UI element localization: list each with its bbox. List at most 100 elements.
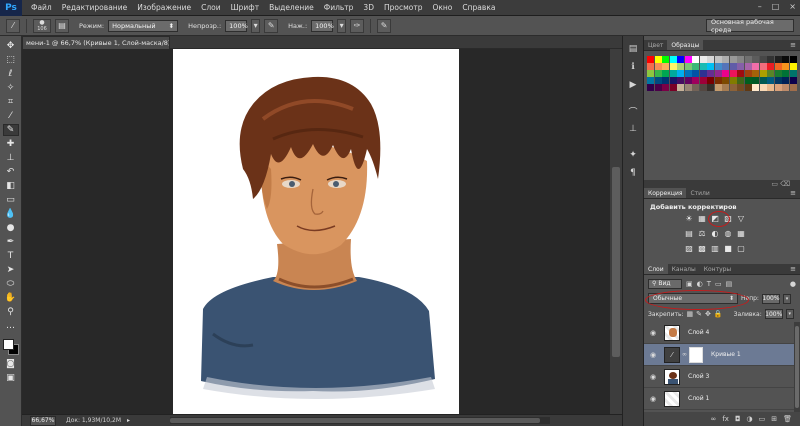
color-swatch[interactable] [714, 77, 722, 84]
blend-mode-select[interactable]: Обычные ⬍ [645, 290, 749, 310]
color-swatch[interactable] [684, 70, 692, 77]
color-swatch[interactable] [714, 70, 722, 77]
lock-position-icon[interactable]: ✥ [705, 310, 711, 318]
brightness-contrast-icon[interactable]: ☀ [684, 213, 694, 223]
color-swatch[interactable] [654, 70, 662, 77]
color-swatch[interactable] [767, 56, 774, 63]
quick-mask-icon[interactable]: ◙ [3, 358, 19, 370]
color-swatch[interactable] [789, 77, 797, 84]
layer-row[interactable]: ◉ Слой 4 [644, 322, 794, 344]
menu-file[interactable]: Файл [26, 3, 57, 12]
filter-pixel-icon[interactable]: ▣ [686, 280, 693, 288]
layer-row[interactable]: ◉ Слой 1 [644, 388, 794, 410]
color-swatch[interactable] [699, 70, 707, 77]
quick-select-tool-icon[interactable]: ✧ [3, 82, 19, 94]
menu-view[interactable]: Просмотр [379, 3, 428, 12]
color-swatch[interactable] [654, 77, 662, 84]
opacity-dropdown[interactable]: ▾ [782, 293, 791, 304]
color-swatch[interactable] [669, 77, 677, 84]
color-swatch[interactable] [744, 77, 752, 84]
color-swatch[interactable] [707, 63, 714, 70]
color-swatch[interactable] [662, 56, 669, 63]
fill-dropdown[interactable]: ▾ [785, 309, 794, 319]
color-swatch[interactable] [699, 77, 707, 84]
color-swatch[interactable] [662, 84, 669, 91]
panel-menu-icon[interactable]: ≡ [790, 265, 796, 273]
color-swatch[interactable] [677, 63, 684, 70]
color-swatch[interactable] [722, 70, 729, 77]
menu-window[interactable]: Окно [427, 3, 457, 12]
color-swatch[interactable] [767, 84, 774, 91]
brush-preset-icon[interactable]: ⁄ [6, 18, 20, 33]
mode-select[interactable]: Нормальный ⬍ [108, 19, 179, 32]
color-swatch[interactable] [744, 70, 752, 77]
color-swatch[interactable] [684, 63, 692, 70]
color-swatch[interactable] [669, 70, 677, 77]
eye-icon[interactable]: ◉ [646, 395, 660, 403]
move-tool-icon[interactable]: ✥ [3, 40, 19, 52]
color-swatch[interactable] [662, 77, 669, 84]
color-swatch[interactable] [722, 56, 729, 63]
color-swatch[interactable] [669, 84, 677, 91]
color-swatch[interactable] [714, 84, 722, 91]
zoom-field[interactable]: 66,67% [30, 415, 56, 426]
panel-menu-icon[interactable]: ≡ [790, 41, 796, 49]
opacity-dropdown[interactable]: ▾ [251, 18, 261, 33]
color-swatch[interactable] [647, 77, 654, 84]
crop-tool-icon[interactable]: ⌗ [3, 96, 19, 108]
menu-filter[interactable]: Фильтр [319, 3, 359, 12]
tool-presets-icon[interactable]: ✦ [625, 148, 641, 162]
vertical-scroll-thumb[interactable] [612, 167, 620, 357]
marquee-tool-icon[interactable]: ⬚ [3, 54, 19, 66]
color-swatch[interactable] [692, 84, 699, 91]
blur-tool-icon[interactable]: 💧 [3, 208, 19, 220]
canvas-area[interactable] [22, 49, 610, 414]
menu-type[interactable]: Шрифт [226, 3, 264, 12]
close-window-button[interactable]: × [789, 2, 796, 11]
color-swatch[interactable] [707, 56, 714, 63]
color-swatch[interactable] [722, 77, 729, 84]
new-layer-icon[interactable]: ⊞ [771, 415, 777, 423]
menu-image[interactable]: Изображение [132, 3, 196, 12]
color-swatch[interactable] [707, 70, 714, 77]
threshold-icon[interactable]: ▥ [710, 243, 720, 253]
filter-shape-icon[interactable]: ▭ [715, 280, 722, 288]
menu-help[interactable]: Справка [457, 3, 500, 12]
airbrush-icon[interactable]: ✑ [350, 18, 365, 33]
color-swatch[interactable] [722, 84, 729, 91]
tab-paths[interactable]: Контуры [700, 264, 735, 274]
menu-select[interactable]: Выделение [264, 3, 319, 12]
new-group-icon[interactable]: ▭ [759, 415, 766, 423]
color-swatch[interactable] [707, 77, 714, 84]
tab-styles[interactable]: Стили [686, 188, 713, 198]
color-swatch[interactable] [774, 84, 782, 91]
document-canvas[interactable] [173, 49, 459, 414]
color-swatch[interactable] [767, 63, 774, 70]
color-swatch[interactable] [752, 63, 759, 70]
color-swatch[interactable] [759, 84, 767, 91]
app-logo[interactable]: Ps [0, 0, 22, 16]
flow-dropdown[interactable]: ▾ [337, 18, 347, 33]
layers-scroll-thumb[interactable] [795, 326, 799, 408]
color-swatch[interactable] [654, 56, 662, 63]
eraser-tool-icon[interactable]: ◧ [3, 180, 19, 192]
properties-panel-icon[interactable]: ℹ [625, 60, 641, 74]
color-swatch[interactable] [692, 56, 699, 63]
color-swatch[interactable] [677, 77, 684, 84]
color-swatch[interactable] [669, 56, 677, 63]
brush-size-picker[interactable]: ● 106 [33, 18, 51, 33]
tab-layers[interactable]: Слои [644, 264, 668, 274]
color-swatch[interactable] [774, 63, 782, 70]
color-swatch[interactable] [774, 77, 782, 84]
lock-pixels-icon[interactable]: ✎ [696, 310, 702, 318]
color-swatch[interactable] [647, 63, 654, 70]
dodge-tool-icon[interactable]: ● [3, 222, 19, 234]
color-swatch[interactable] [782, 70, 789, 77]
color-swatch[interactable] [662, 63, 669, 70]
color-swatch[interactable] [752, 70, 759, 77]
flow-field[interactable]: 100% [311, 19, 334, 32]
tab-color[interactable]: Цвет [644, 40, 667, 50]
tab-swatches[interactable]: Образцы [667, 40, 704, 50]
color-swatch[interactable] [677, 70, 684, 77]
panel-menu-icon[interactable]: ≡ [790, 189, 796, 197]
